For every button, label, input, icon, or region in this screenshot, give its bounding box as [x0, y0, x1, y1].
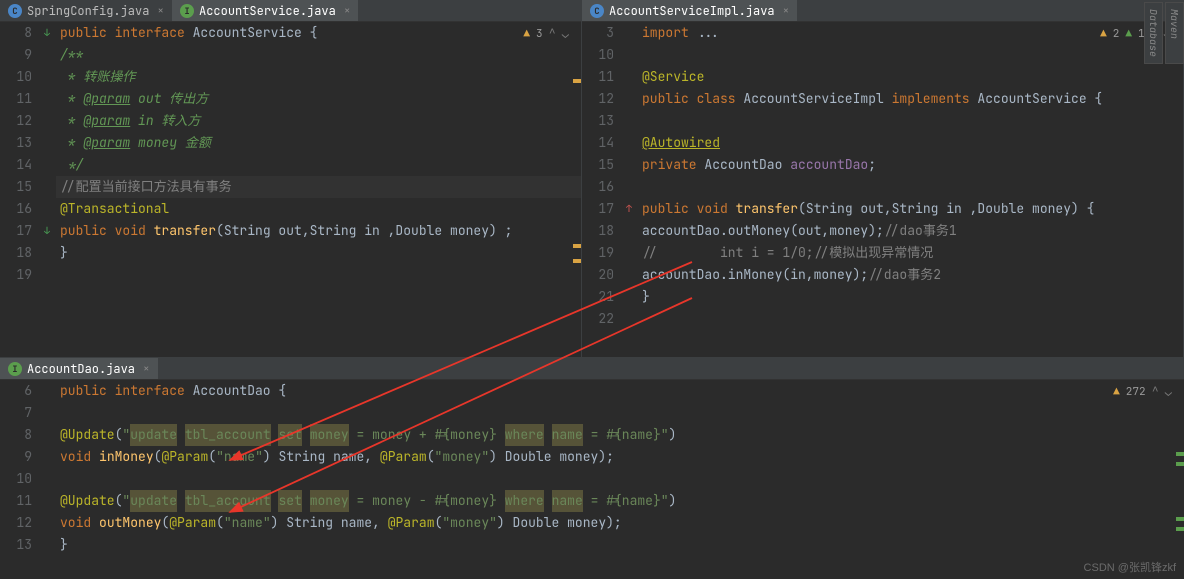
tool-tab-database[interactable]: Database — [1144, 2, 1163, 64]
file-type-icon: I — [8, 362, 22, 376]
file-type-icon: C — [590, 4, 604, 18]
tool-tab-maven[interactable]: Maven — [1165, 2, 1184, 64]
file-type-icon: I — [180, 4, 194, 18]
file-type-icon: C — [8, 4, 22, 18]
tab-label: AccountServiceImpl.java — [609, 3, 775, 19]
line-gutter: 310111213141516171819202122 — [582, 22, 620, 357]
code-editor[interactable]: 310111213141516171819202122 ↑ import ...… — [582, 22, 1183, 357]
editor-pane-left: C SpringConfig.java × I AccountService.java ×… — [0, 0, 582, 357]
marker-strip[interactable] — [1174, 402, 1184, 579]
marker-strip[interactable] — [571, 44, 581, 357]
tab-label: AccountService.java — [199, 3, 336, 19]
editor-pane-bottom: IAccountDao.java× ▲272 ^⌄ 678910111213 p… — [0, 357, 1184, 579]
code-editor[interactable]: 8910111213141516171819 ↓↓ public interfa… — [0, 22, 581, 357]
tool-window-tabs: Maven Database — [1144, 2, 1184, 64]
marker-gutter — [38, 380, 56, 579]
editor-tab[interactable]: C AccountServiceImpl.java × — [582, 0, 797, 21]
line-gutter: 8910111213141516171819 — [0, 22, 38, 357]
code-editor[interactable]: 678910111213 public interface AccountDao… — [0, 380, 1184, 579]
tab-bar: C SpringConfig.java × I AccountService.java × — [0, 0, 581, 22]
code-area[interactable]: import ... @Servicepublic class AccountS… — [638, 22, 1183, 357]
close-icon[interactable]: × — [143, 362, 150, 376]
watermark: CSDN @张凯锋zkf — [1084, 559, 1176, 575]
tab-label: SpringConfig.java — [27, 3, 149, 19]
tab-bar: C AccountServiceImpl.java × — [582, 0, 1183, 22]
marker-gutter: ↓↓ — [38, 22, 56, 357]
line-gutter: 678910111213 — [0, 380, 38, 579]
code-area[interactable]: public interface AccountDao { @Update("u… — [56, 380, 1184, 579]
close-icon[interactable]: × — [157, 4, 164, 18]
tab-label: AccountDao.java — [27, 361, 135, 377]
close-icon[interactable]: × — [783, 4, 790, 18]
close-icon[interactable]: × — [344, 4, 351, 18]
marker-gutter: ↑ — [620, 22, 638, 357]
tab-bar: I AccountDao.java × — [0, 358, 1184, 380]
code-area[interactable]: public interface AccountService { /** * … — [56, 22, 581, 357]
editor-tab[interactable]: I AccountDao.java × — [0, 358, 158, 379]
editor-pane-right: CAccountServiceImpl.java× ▲2 ▲1 ^⌄ 31011… — [582, 0, 1184, 357]
editor-tab[interactable]: I AccountService.java × — [172, 0, 358, 21]
editor-tab[interactable]: C SpringConfig.java × — [0, 0, 172, 21]
